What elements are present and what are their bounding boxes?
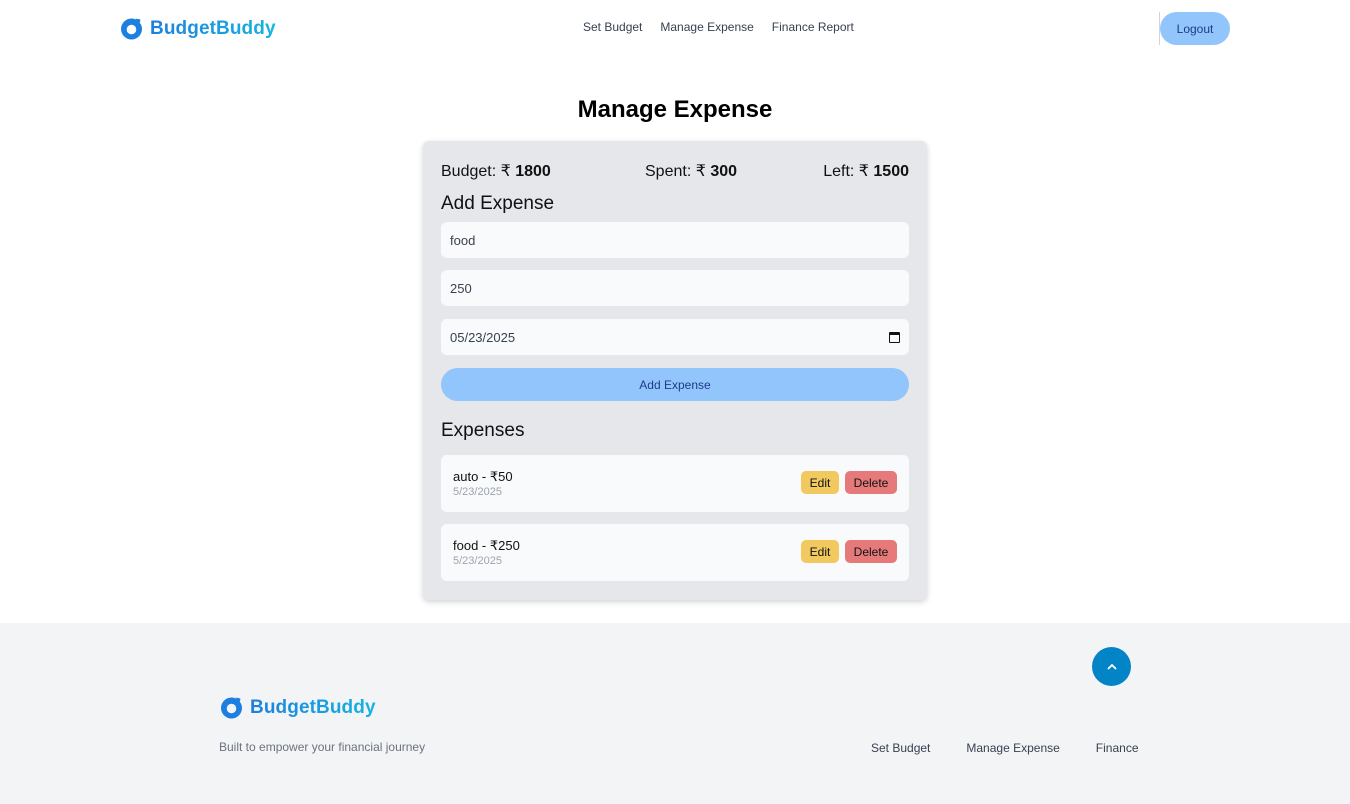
expense-list-item: food - ₹250 5/23/2025 Edit Delete: [441, 524, 909, 581]
expense-date-input[interactable]: 05/23/2025: [441, 319, 909, 355]
expense-item-name: food - ₹250: [453, 538, 520, 553]
nav-manage-expense[interactable]: Manage Expense: [660, 20, 753, 34]
expense-card: Budget: ₹ 1800 Spent: ₹ 300 Left: ₹ 1500…: [423, 141, 927, 600]
edit-expense-button[interactable]: Edit: [801, 540, 839, 563]
spent-label: Spent: ₹: [645, 163, 711, 180]
left-value: 1500: [873, 163, 909, 180]
site-header: BudgetBuddy Set Budget Manage Expense Fi…: [0, 0, 1350, 58]
expenses-heading: Expenses: [441, 420, 525, 441]
expense-item-date: 5/23/2025: [453, 555, 502, 567]
expense-item-name: auto - ₹50: [453, 469, 513, 484]
expense-item-date: 5/23/2025: [453, 486, 502, 498]
main-nav: Set Budget Manage Expense Finance Report: [583, 20, 854, 34]
add-expense-heading: Add Expense: [441, 193, 555, 214]
scroll-to-top-button[interactable]: [1092, 647, 1131, 686]
budgetbuddy-logo-icon: [221, 696, 242, 719]
delete-expense-button[interactable]: Delete: [845, 471, 897, 494]
logout-button[interactable]: Logout: [1160, 12, 1230, 45]
expense-list-item: auto - ₹50 5/23/2025 Edit Delete: [441, 455, 909, 512]
calendar-icon[interactable]: [889, 331, 900, 343]
nav-finance-report[interactable]: Finance Report: [772, 20, 854, 34]
page-title: Manage Expense: [577, 96, 773, 123]
chevron-up-icon: [1107, 664, 1116, 670]
expense-amount-input[interactable]: 250: [441, 270, 909, 306]
footer-link-manage-expense[interactable]: Manage Expense: [966, 741, 1059, 755]
left-label: Left: ₹: [823, 163, 874, 180]
left-summary-item: Left: ₹ 1500: [823, 161, 909, 181]
footer-link-finance[interactable]: Finance: [1096, 741, 1139, 755]
footer-link-set-budget[interactable]: Set Budget: [871, 741, 930, 755]
spent-value: 300: [710, 163, 738, 180]
budget-label: Budget: ₹: [441, 163, 516, 180]
budget-value: 1800: [515, 163, 551, 180]
nav-set-budget[interactable]: Set Budget: [583, 20, 642, 34]
footer-logo[interactable]: BudgetBuddy: [219, 695, 376, 720]
budget-summary: Budget: ₹ 1800 Spent: ₹ 300 Left: ₹ 1500: [441, 161, 909, 181]
delete-expense-button[interactable]: Delete: [845, 540, 897, 563]
expense-amount-value: 250: [450, 280, 472, 296]
logo-text: BudgetBuddy: [250, 696, 376, 718]
expense-name-value: food: [450, 232, 476, 248]
expense-name-input[interactable]: food: [441, 222, 909, 258]
logo-text: BudgetBuddy: [150, 17, 276, 39]
footer-tagline: Built to empower your financial journey: [219, 740, 426, 754]
edit-expense-button[interactable]: Edit: [801, 471, 839, 494]
site-footer: BudgetBuddy Built to empower your financ…: [0, 623, 1350, 804]
add-expense-button[interactable]: Add Expense: [441, 368, 909, 401]
spent-summary-item: Spent: ₹ 300: [645, 161, 737, 181]
expense-date-value: 05/23/2025: [450, 329, 516, 345]
budgetbuddy-logo-icon: [121, 17, 142, 40]
header-logo[interactable]: BudgetBuddy: [119, 16, 276, 41]
budget-summary-item: Budget: ₹ 1800: [441, 161, 551, 181]
footer-nav: Set Budget Manage Expense Finance: [871, 741, 1139, 755]
